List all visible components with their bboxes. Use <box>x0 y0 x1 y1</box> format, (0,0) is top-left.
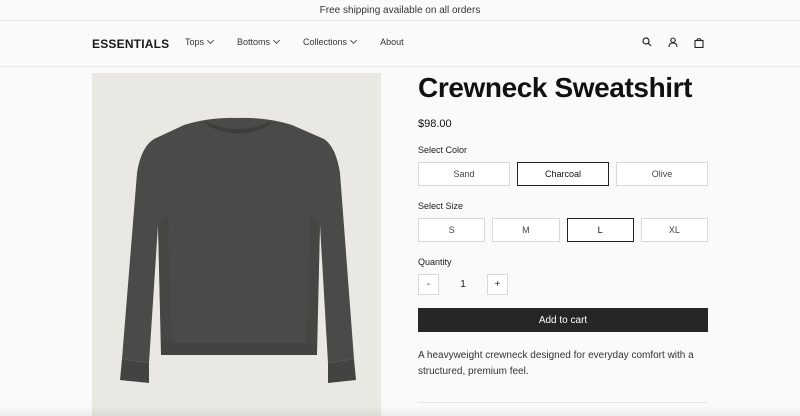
cart-icon[interactable] <box>693 35 705 49</box>
nav-label: About <box>380 37 404 47</box>
chevron-down-icon <box>206 36 215 45</box>
quantity-label: Quantity <box>418 257 452 267</box>
site-header: ESSENTIALS Tops Bottoms Collections Abou… <box>0 21 800 67</box>
search-icon[interactable] <box>641 35 653 49</box>
nav-label: Bottoms <box>237 37 271 47</box>
size-option-xl[interactable]: XL <box>640 218 708 242</box>
color-label: Select Color <box>418 145 468 155</box>
header-icons <box>641 35 705 49</box>
color-option-sand[interactable]: Sand <box>418 162 510 186</box>
size-option-l[interactable]: L <box>566 218 634 242</box>
size-option-m[interactable]: M <box>492 218 560 242</box>
nav-label: Tops <box>185 37 205 47</box>
size-label: Select Size <box>418 201 464 211</box>
main-nav: Tops Bottoms Collections About <box>185 36 428 47</box>
account-icon[interactable] <box>667 35 679 49</box>
announcement-text: Free shipping available on all orders <box>319 4 481 16</box>
product-details: Crewneck Sweatshirt $98.00 Select Color … <box>418 70 708 380</box>
nav-item-collections[interactable]: Collections <box>303 36 358 47</box>
quantity-increase-button[interactable]: + <box>487 274 508 295</box>
divider <box>418 402 708 403</box>
logo[interactable]: ESSENTIALS <box>92 37 169 51</box>
color-options: Sand Charcoal Olive <box>418 162 708 186</box>
product-description: A heavyweight crewneck designed for ever… <box>418 350 694 377</box>
product-title: Crewneck Sweatshirt <box>418 72 693 103</box>
quantity-stepper: - 1 + <box>418 274 708 295</box>
nav-item-bottoms[interactable]: Bottoms <box>237 36 281 47</box>
product-price: $98.00 <box>418 118 452 130</box>
nav-item-about[interactable]: About <box>380 37 404 47</box>
nav-item-tops[interactable]: Tops <box>185 36 215 47</box>
sweatshirt-illustration <box>92 73 381 416</box>
chevron-down-icon <box>350 36 358 45</box>
nav-label: Collections <box>303 37 348 47</box>
quantity-decrease-button[interactable]: - <box>418 274 439 295</box>
add-to-cart-button[interactable]: Add to cart <box>418 308 708 332</box>
announcement-bar: Free shipping available on all orders <box>0 0 800 21</box>
chevron-down-icon <box>272 36 281 45</box>
bottom-shadow <box>0 406 800 416</box>
color-option-olive[interactable]: Olive <box>616 162 708 186</box>
product-image <box>92 73 381 416</box>
size-options: S M L XL <box>418 218 708 242</box>
size-option-s[interactable]: S <box>418 218 486 242</box>
quantity-value[interactable]: 1 <box>439 279 487 290</box>
color-option-charcoal[interactable]: Charcoal <box>517 162 609 186</box>
